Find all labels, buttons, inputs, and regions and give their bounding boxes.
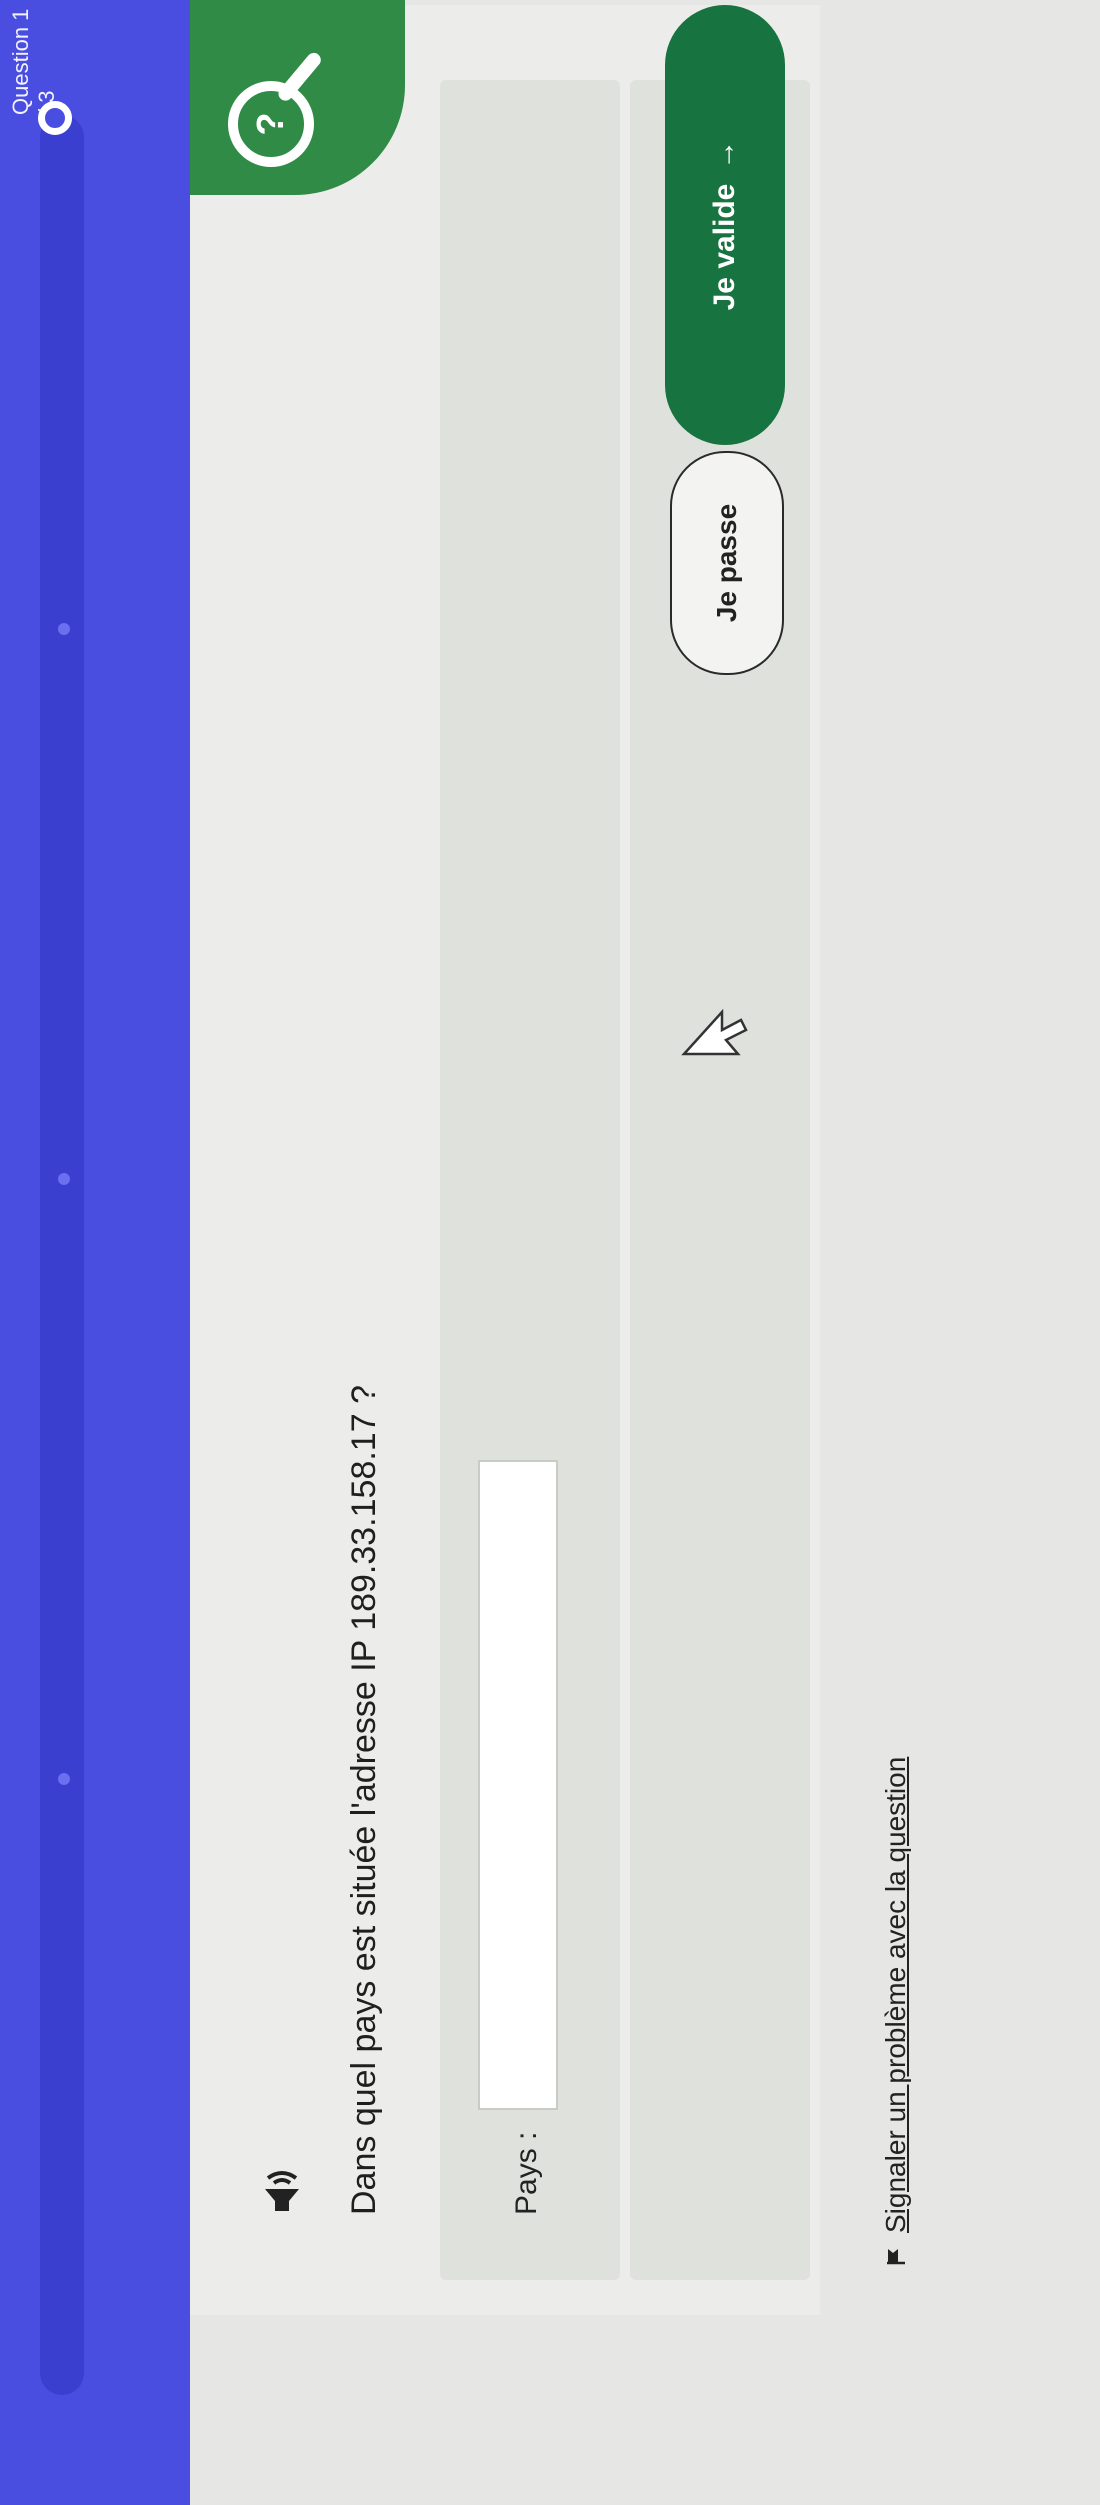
progress-step-dot bbox=[58, 1773, 70, 1785]
help-glyph: ? bbox=[249, 112, 292, 136]
progress-step-dot bbox=[58, 623, 70, 635]
question-counter: Question 1 / 3 bbox=[8, 8, 59, 115]
report-problem[interactable]: Signaler un problème avec la question bbox=[880, 1757, 912, 2265]
validate-button[interactable]: Je valide → bbox=[665, 5, 785, 445]
quiz-screen: Question 1 / 3 ? Dans quel pays est situ… bbox=[0, 0, 1100, 2505]
help-magnifier-icon: ? bbox=[228, 81, 314, 167]
speaker-icon[interactable] bbox=[260, 2167, 304, 2215]
report-problem-link[interactable]: Signaler un problème avec la question bbox=[880, 1757, 912, 2233]
question-text: Dans quel pays est située l'adresse IP 1… bbox=[345, 1385, 383, 2215]
skip-button[interactable]: Je passe bbox=[670, 451, 784, 675]
arrow-right-icon: → bbox=[708, 139, 741, 170]
validate-label: Je valide bbox=[708, 183, 741, 311]
header-bar: Question 1 / 3 bbox=[0, 0, 190, 2505]
country-input[interactable] bbox=[478, 1460, 558, 2110]
mouse-cursor-icon bbox=[681, 1008, 748, 1056]
flag-icon bbox=[887, 2249, 905, 2265]
progress-current-step bbox=[38, 101, 72, 135]
answer-label: Pays : bbox=[510, 2131, 543, 2215]
progress-track bbox=[40, 115, 84, 2395]
progress-step-dot bbox=[58, 1173, 70, 1185]
